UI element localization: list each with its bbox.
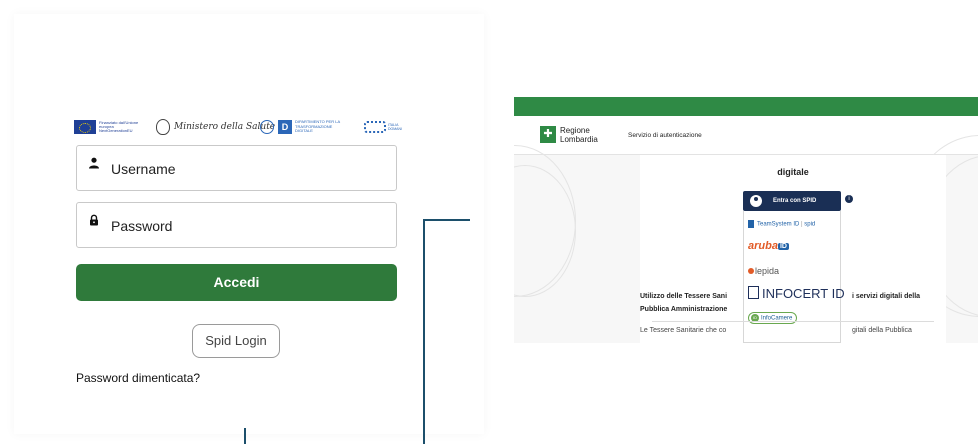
regione-lombardia-logo[interactable]: Regione Lombardia xyxy=(560,126,620,144)
username-field[interactable]: Username xyxy=(76,145,397,191)
portal-screenshot: ✚ Regione Lombardia Servizio di autentic… xyxy=(514,97,978,343)
tessere-heading-line2: Pubblica Amministrazione xyxy=(640,306,728,313)
provider-aruba[interactable]: aruba ID xyxy=(748,240,789,252)
tessere-heading-right: i servizi digitali della xyxy=(852,293,921,300)
user-icon xyxy=(89,157,99,169)
tessere-body-right: gitali della Pubblica xyxy=(852,327,912,334)
login-panel: Finanziato dall'Unione europea NextGener… xyxy=(14,14,484,434)
provider-infocamere[interactable]: ID InfoCamere xyxy=(748,312,798,324)
spid-provider-list: TeamSystem ID | spid aruba ID lepida INFO… xyxy=(743,211,845,343)
service-title: Servizio di autenticazione xyxy=(628,132,702,139)
tessere-body-left: Le Tessere Sanitarie che co xyxy=(640,327,727,334)
italia-domani-icon xyxy=(364,121,386,133)
eu-flag-icon xyxy=(74,120,96,134)
seal-icon xyxy=(260,120,274,134)
lepida-icon xyxy=(748,268,754,274)
spid-user-icon xyxy=(750,195,762,207)
spid-login-button[interactable]: Spid Login xyxy=(192,324,280,358)
divider xyxy=(652,321,934,322)
ministero-logo: Ministero della Salute xyxy=(156,118,275,136)
italia-domani-logo: ITALIA DOMANI xyxy=(364,118,408,136)
provider-lepida[interactable]: lepida xyxy=(748,266,779,276)
portal-header: ✚ Regione Lombardia Servizio di autentic… xyxy=(514,116,978,155)
teamsystem-icon xyxy=(748,220,754,228)
card-title: digitale xyxy=(777,167,809,177)
d-logo-icon: D xyxy=(278,120,292,134)
eu-logo: Finanziato dall'Unione europea NextGener… xyxy=(74,118,139,136)
info-icon[interactable]: i xyxy=(845,195,853,203)
auth-card: digitale Entra con SPID i TeamSystem ID … xyxy=(640,155,946,343)
password-field[interactable]: Password xyxy=(76,202,397,248)
portal-top-bar xyxy=(514,97,978,116)
provider-infocert[interactable]: INFOCERT ID xyxy=(748,286,845,301)
dipartimento-logo: D DIPARTIMENTO PER LA TRASFORMAZIONE DIG… xyxy=(260,118,351,136)
username-placeholder: Username xyxy=(111,161,176,177)
password-placeholder: Password xyxy=(111,218,173,234)
connector-line xyxy=(423,219,425,444)
tessere-heading-left: Utilizzo delle Tessere Sani xyxy=(640,293,728,300)
provider-teamsystem[interactable]: TeamSystem ID | spid xyxy=(748,220,815,228)
italian-emblem-icon xyxy=(156,119,170,135)
connector-line xyxy=(244,428,246,444)
sponsor-logos: Finanziato dall'Unione europea NextGener… xyxy=(74,118,402,138)
regione-lombardia-icon: ✚ xyxy=(540,126,556,143)
login-button[interactable]: Accedi xyxy=(76,264,397,301)
infocert-icon xyxy=(748,286,759,299)
entra-con-spid-button[interactable]: Entra con SPID xyxy=(743,191,841,211)
forgot-password-link[interactable]: Password dimenticata? xyxy=(76,371,200,385)
connector-line xyxy=(423,219,470,221)
lock-icon xyxy=(90,214,98,226)
